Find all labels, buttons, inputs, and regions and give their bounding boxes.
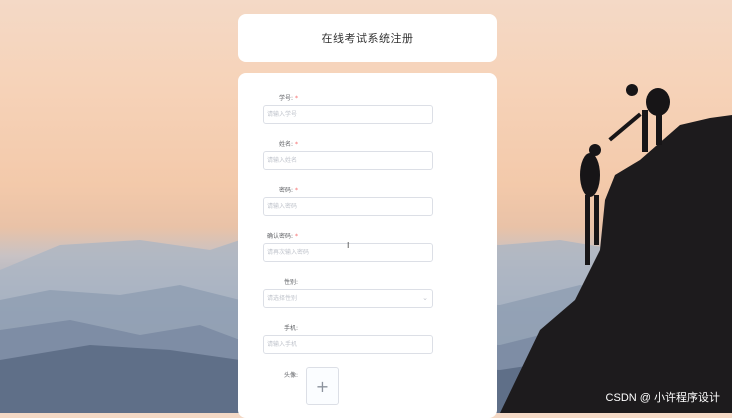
plus-icon: + (315, 376, 330, 396)
chevron-down-icon: ⌄ (422, 294, 428, 302)
confirm-password-label: 确认密码: (266, 233, 293, 240)
required-mark: * (295, 95, 298, 102)
student-id-label: 学号: (278, 95, 293, 102)
register-form: 学号: * 请输入学号 姓名: * 请输入姓名 密码: * 请输入密码 确认密码: * … (238, 73, 497, 418)
phone-label: 手机: (283, 325, 298, 332)
student-id-input[interactable]: 请输入学号 (263, 105, 433, 124)
required-mark: * (295, 141, 298, 148)
required-mark: * (295, 233, 298, 240)
name-input[interactable]: 请输入姓名 (263, 151, 433, 170)
avatar-label: 头像: (283, 372, 298, 379)
page-title: 在线考试系统注册 (321, 32, 414, 45)
name-label: 姓名: (278, 141, 293, 148)
avatar-upload-button[interactable]: + (306, 367, 339, 405)
phone-input[interactable]: 请输入手机 (263, 335, 433, 354)
header-card: 在线考试系统注册 (238, 14, 497, 62)
required-mark: * (295, 187, 298, 194)
gender-select[interactable]: 请选择性别 ⌄ (263, 289, 433, 308)
password-input[interactable]: 请输入密码 (263, 197, 433, 216)
text-cursor-icon: I (347, 241, 350, 250)
password-label: 密码: (278, 187, 293, 194)
gender-label: 性别: (283, 279, 298, 286)
csdn-watermark: CSDN @ 小许程序设计 (605, 392, 720, 404)
gender-select-placeholder: 请选择性别 (267, 295, 298, 302)
